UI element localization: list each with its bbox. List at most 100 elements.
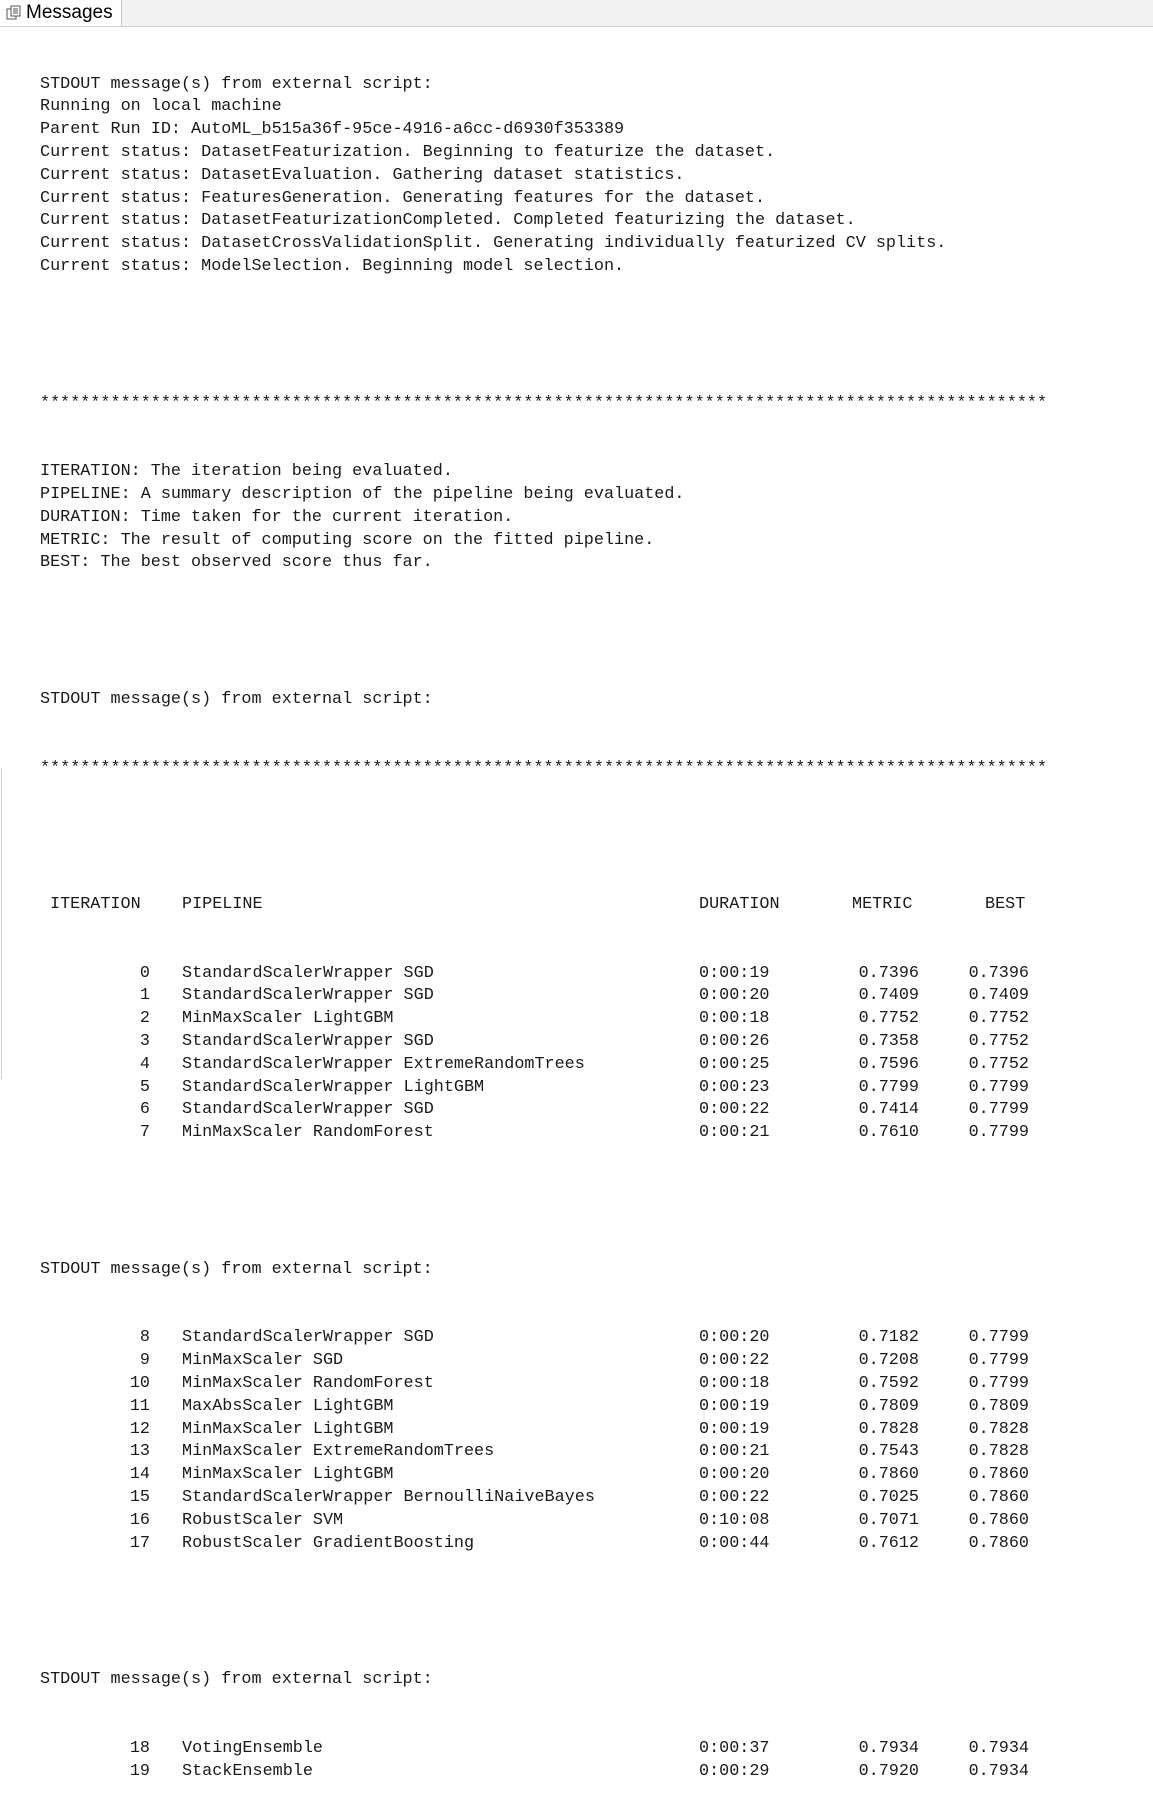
- status-line: Current status: DatasetFeaturization. Be…: [40, 142, 776, 162]
- pipeline-cell: MinMaxScaler RandomForest: [182, 1374, 434, 1394]
- pipeline-cell: MinMaxScaler ExtremeRandomTrees: [182, 1442, 495, 1462]
- status-line: STDOUT message(s) from external script:: [40, 74, 433, 94]
- table-row: 0 StandardScalerWrapper SGD 0:00:19 0.7396 0…: [40, 963, 1153, 986]
- iteration-cell: 11: [129, 1396, 150, 1416]
- metric-cell: 0.7596: [858, 1054, 919, 1074]
- table-row: 18 VotingEnsemble 0:00:37 0.7934 0.7934: [40, 1738, 1153, 1761]
- duration-cell: 0:00:20: [699, 1465, 770, 1485]
- best-cell: 0.7809: [968, 1396, 1029, 1416]
- iteration-cell: 1: [139, 986, 150, 1006]
- pipeline-cell: StandardScalerWrapper SGD: [182, 986, 434, 1006]
- best-cell: 0.7799: [968, 1351, 1029, 1371]
- best-cell: 0.7860: [968, 1465, 1029, 1485]
- pipeline-cell: StandardScalerWrapper SGD: [182, 1032, 434, 1052]
- pipeline-cell: StandardScalerWrapper BernoulliNaiveBaye…: [182, 1488, 595, 1507]
- pipeline-cell: StandardScalerWrapper SGD: [182, 963, 434, 983]
- duration-cell: 0:00:44: [699, 1533, 770, 1553]
- pipeline-cell: RobustScaler SVM: [182, 1510, 344, 1530]
- column-header-duration: DURATION: [699, 895, 780, 915]
- tab-messages[interactable]: Messages: [0, 0, 122, 26]
- metric-cell: 0.7799: [858, 1077, 919, 1097]
- pipeline-cell: StandardScalerWrapper SGD: [182, 1100, 434, 1120]
- table-header: ITERATION PIPELINE DURATION METRIC BEST: [40, 894, 1153, 917]
- legend-line: PIPELINE: A summary description of the p…: [40, 484, 685, 504]
- column-header-iteration: ITERATION: [50, 895, 141, 915]
- table-row: 1 StandardScalerWrapper SGD 0:00:20 0.7409 0…: [40, 985, 1153, 1008]
- legend-line: BEST: The best observed score thus far.: [40, 553, 433, 573]
- iteration-cell: 3: [139, 1032, 150, 1052]
- iteration-cell: 17: [129, 1533, 150, 1553]
- metric-cell: 0.7610: [858, 1123, 919, 1143]
- pipeline-cell: RobustScaler GradientBoosting: [182, 1533, 475, 1553]
- metric-cell: 0.7809: [858, 1396, 919, 1416]
- table-row: 7 MinMaxScaler RandomForest 0:00:21 0.7610 0…: [40, 1122, 1153, 1145]
- pipeline-cell: MinMaxScaler LightGBM: [182, 1419, 394, 1439]
- pipeline-cell: MinMaxScaler LightGBM: [182, 1465, 394, 1485]
- table-row: 16 RobustScaler SVM 0:10:08 0.7071 0.7860: [40, 1510, 1153, 1533]
- best-cell: 0.7752: [968, 1032, 1029, 1052]
- pipeline-cell: StackEnsemble: [182, 1761, 313, 1781]
- best-cell: 0.7828: [968, 1419, 1029, 1439]
- pipeline-cell: StandardScalerWrapper SGD: [182, 1328, 434, 1348]
- table-row: 9 MinMaxScaler SGD 0:00:22 0.7208 0.7799: [40, 1350, 1153, 1373]
- status-line: Current status: DatasetEvaluation. Gathe…: [40, 165, 685, 185]
- status-line: Current status: FeaturesGeneration. Gene…: [40, 188, 766, 208]
- duration-cell: 0:00:37: [699, 1738, 770, 1758]
- iteration-cell: 18: [129, 1738, 150, 1758]
- best-cell: 0.7752: [968, 1009, 1029, 1029]
- legend-line: METRIC: The result of computing score on…: [40, 530, 655, 550]
- duration-cell: 0:00:20: [699, 1328, 770, 1348]
- best-cell: 0.7799: [968, 1374, 1029, 1394]
- status-line: Current status: DatasetCrossValidationSp…: [40, 234, 947, 254]
- best-cell: 0.7799: [968, 1100, 1029, 1120]
- metric-cell: 0.7025: [858, 1488, 919, 1507]
- pipeline-cell: StandardScalerWrapper LightGBM: [182, 1077, 485, 1097]
- duration-cell: 0:00:19: [699, 1419, 770, 1439]
- metric-cell: 0.7592: [858, 1374, 919, 1394]
- pipeline-cell: StandardScalerWrapper ExtremeRandomTrees: [182, 1054, 585, 1074]
- iteration-cell: 15: [129, 1488, 150, 1507]
- legend-line: DURATION: Time taken for the current ite…: [40, 507, 514, 527]
- table-row: 5 StandardScalerWrapper LightGBM 0:00:23 0.…: [40, 1077, 1153, 1100]
- table-row: 19 StackEnsemble 0:00:29 0.7920 0.7934: [40, 1761, 1153, 1784]
- duration-cell: 0:00:21: [699, 1123, 770, 1143]
- table-row: 17 RobustScaler GradientBoosting 0:00:44 0.…: [40, 1533, 1153, 1556]
- best-cell: 0.7934: [968, 1761, 1029, 1781]
- duration-cell: 0:00:20: [699, 986, 770, 1006]
- duration-cell: 0:00:18: [699, 1374, 770, 1394]
- iteration-cell: 9: [139, 1351, 150, 1371]
- table-row: 3 StandardScalerWrapper SGD 0:00:26 0.7358 0…: [40, 1031, 1153, 1054]
- duration-cell: 0:00:25: [699, 1054, 770, 1074]
- messages-icon: [6, 5, 22, 21]
- best-cell: 0.7860: [968, 1533, 1029, 1553]
- iteration-cell: 7: [139, 1123, 150, 1143]
- iteration-cell: 5: [139, 1077, 150, 1097]
- metric-cell: 0.7414: [858, 1100, 919, 1120]
- iteration-group: 8 StandardScalerWrapper SGD 0:00:20 0.7182 0…: [40, 1327, 1153, 1555]
- duration-cell: 0:00:26: [699, 1032, 770, 1052]
- iteration-cell: 0: [139, 963, 150, 983]
- duration-cell: 0:00:19: [699, 1396, 770, 1416]
- duration-cell: 0:00:21: [699, 1442, 770, 1462]
- duration-cell: 0:00:22: [699, 1100, 770, 1120]
- table-row: 2 MinMaxScaler LightGBM 0:00:18 0.7752 0.775…: [40, 1008, 1153, 1031]
- status-line: Current status: DatasetFeaturizationComp…: [40, 211, 856, 231]
- best-cell: 0.7828: [968, 1442, 1029, 1462]
- table-row: 10 MinMaxScaler RandomForest 0:00:18 0.7592…: [40, 1373, 1153, 1396]
- legend-line: ITERATION: The iteration being evaluated…: [40, 462, 453, 482]
- iteration-cell: 4: [139, 1054, 150, 1074]
- metric-cell: 0.7934: [858, 1738, 919, 1758]
- status-line: Running on local machine: [40, 97, 282, 117]
- metric-cell: 0.7752: [858, 1009, 919, 1029]
- iteration-cell: 6: [139, 1100, 150, 1120]
- metric-cell: 0.7612: [858, 1533, 919, 1553]
- metric-cell: 0.7543: [858, 1442, 919, 1462]
- column-header-pipeline: PIPELINE: [182, 895, 263, 915]
- pane-left-border: [1, 768, 2, 1079]
- status-messages: STDOUT message(s) from external script: R…: [40, 74, 1153, 279]
